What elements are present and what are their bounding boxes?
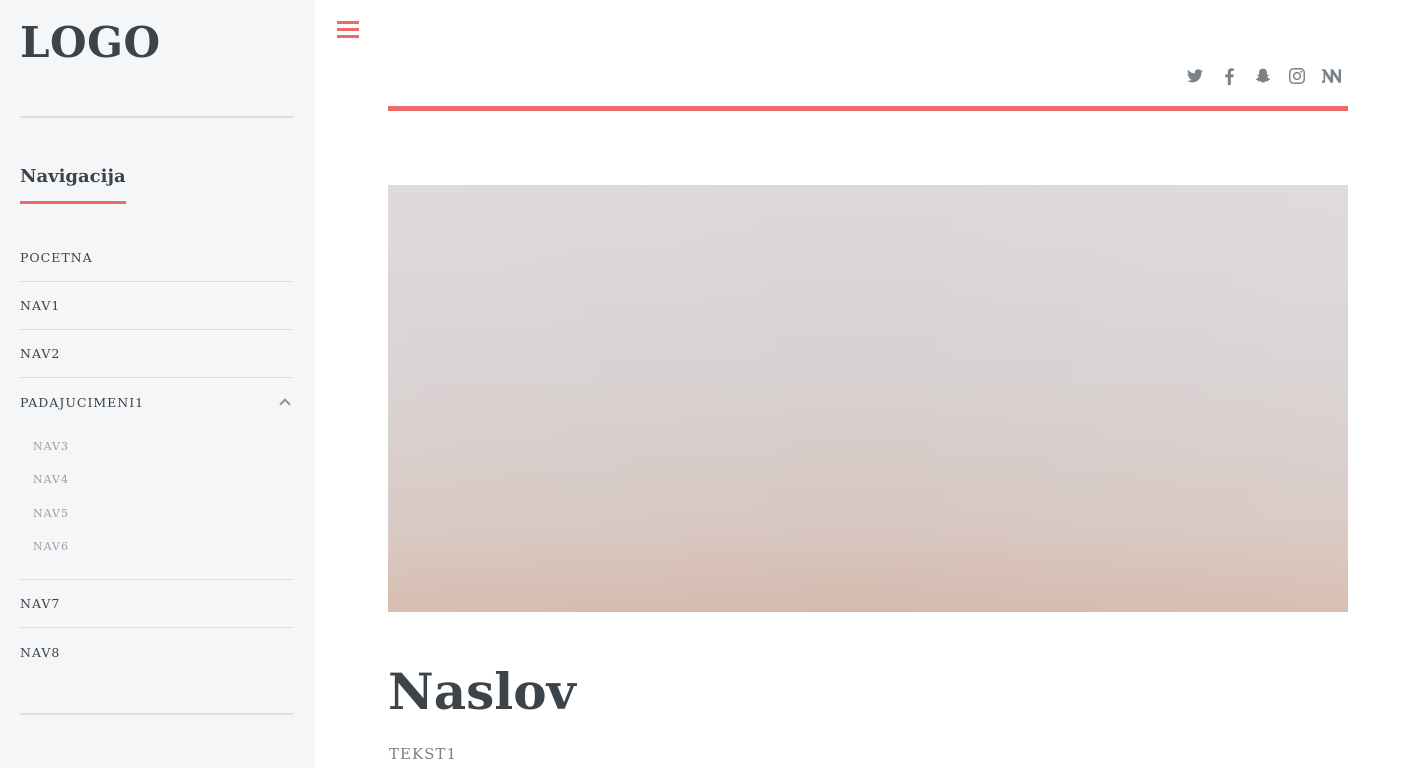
nav-item-nav1[interactable]: NAV1 — [20, 282, 293, 330]
nav-item-nav7[interactable]: NAV7 — [20, 580, 293, 629]
twitter-icon[interactable] — [1178, 66, 1212, 86]
logo[interactable]: LOGO — [20, 18, 161, 67]
submenu-item-label: NAV4 — [33, 473, 69, 487]
nav-item-label: NAV8 — [20, 644, 61, 660]
submenu-item-nav4[interactable]: NAV4 — [33, 463, 293, 496]
sidebar-divider — [20, 116, 293, 118]
nav-item-nav8[interactable]: NAV8 — [20, 628, 293, 676]
sidebar: LOGO Navigacija POCETNA NAV1 NAV2 PADAJU… — [0, 0, 315, 768]
article-text: TEKST1 — [389, 745, 457, 763]
nav-item-label: PADAJUCIMENI1 — [20, 394, 145, 410]
hero-image — [388, 185, 1348, 612]
nav-title-underline — [20, 201, 126, 204]
hamburger-icon[interactable] — [337, 20, 359, 40]
sidebar-divider — [20, 713, 293, 715]
nav-item-padajucimeni1[interactable]: PADAJUCIMENI1 — [20, 378, 293, 426]
submenu: NAV3 NAV4 NAV5 NAV6 — [20, 426, 293, 581]
submenu-item-nav3[interactable]: NAV3 — [33, 430, 293, 463]
nav-item-label: NAV7 — [20, 596, 61, 612]
chevron-up-icon[interactable] — [279, 398, 291, 410]
snapchat-icon[interactable] — [1246, 66, 1280, 86]
nav-item-nav2[interactable]: NAV2 — [20, 330, 293, 378]
submenu-item-nav5[interactable]: NAV5 — [33, 497, 293, 530]
article-title: Naslov — [388, 662, 576, 721]
nav-list: POCETNA NAV1 NAV2 PADAJUCIMENI1 NAV3 NAV… — [20, 234, 293, 676]
medium-icon[interactable] — [1314, 66, 1348, 86]
submenu-item-label: NAV6 — [33, 540, 69, 554]
header-accent-line — [388, 106, 1348, 111]
submenu-item-label: NAV3 — [33, 440, 69, 454]
submenu-item-nav6[interactable]: NAV6 — [33, 530, 293, 563]
nav-item-pocetna[interactable]: POCETNA — [20, 234, 293, 282]
social-links — [1178, 66, 1348, 86]
nav-item-label: NAV2 — [20, 346, 61, 361]
instagram-icon[interactable] — [1280, 66, 1314, 86]
facebook-icon[interactable] — [1212, 66, 1246, 86]
nav-title: Navigacija — [20, 166, 126, 187]
submenu-item-label: NAV5 — [33, 506, 69, 520]
nav-item-label: POCETNA — [20, 250, 93, 265]
nav-item-label: NAV1 — [20, 298, 61, 313]
